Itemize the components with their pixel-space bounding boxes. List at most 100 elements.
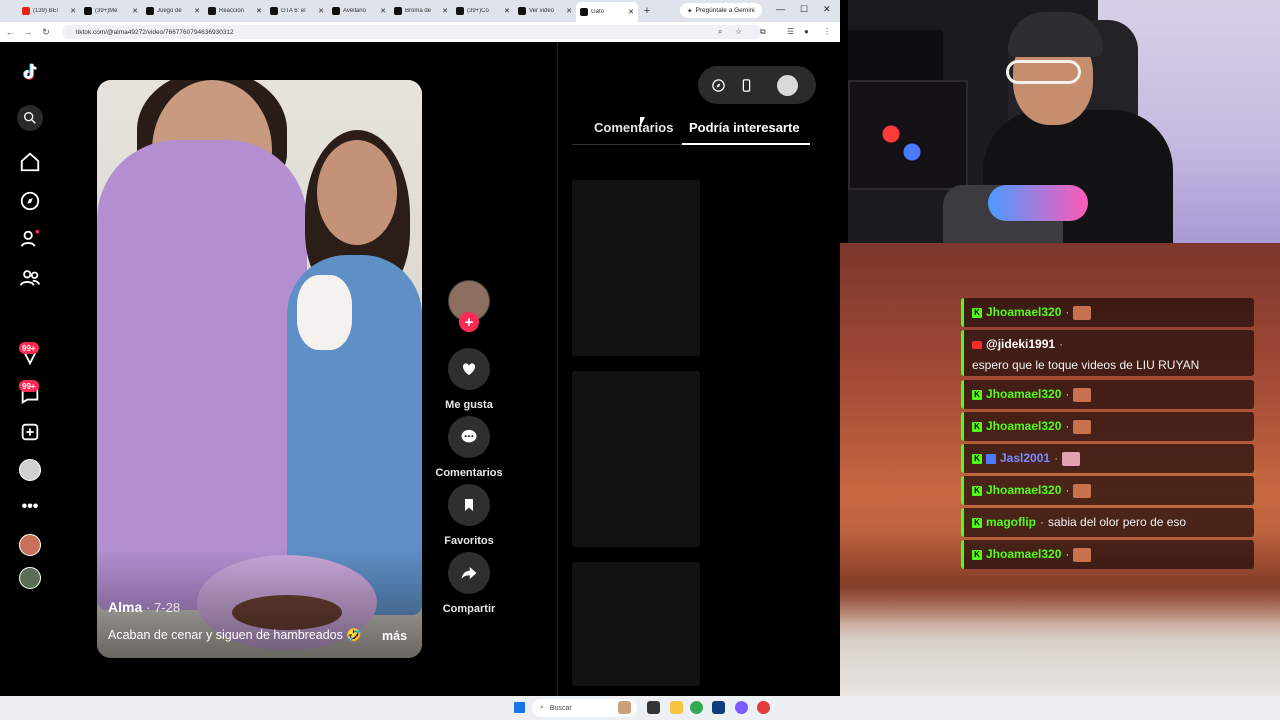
search-icon[interactable]	[17, 105, 43, 131]
chat-text: espero que le toque videos de LIU RUYAN	[972, 358, 1200, 372]
tab-title: (39+)Me	[95, 8, 118, 14]
tiktok-logo-icon[interactable]	[18, 60, 42, 84]
minimize-button[interactable]: —	[776, 4, 785, 14]
recommended-video-placeholder[interactable]	[572, 371, 700, 547]
browser-tab-active[interactable]: Gato ✕	[576, 2, 638, 22]
profile-icon[interactable]: ●	[804, 27, 809, 36]
activity-badge: 99+	[19, 342, 39, 354]
follow-button[interactable]: +	[459, 312, 479, 332]
panel-divider	[557, 42, 558, 696]
upload-icon[interactable]	[18, 420, 42, 444]
video-player[interactable]: Alma · 7-28 Acaban de cenar y siguen de …	[97, 80, 422, 658]
heart-icon[interactable]	[448, 348, 490, 390]
browser-tab[interactable]: (39+)Co ✕	[452, 2, 514, 20]
discord-icon[interactable]	[735, 701, 748, 714]
browser-tab[interactable]: Broma de ✕	[390, 2, 452, 20]
recommended-video-placeholder[interactable]	[572, 562, 700, 686]
zoom-icon[interactable]: ⌕	[718, 27, 722, 37]
tab-interest[interactable]: Podría interesarte	[689, 120, 800, 135]
recommended-video-placeholder[interactable]	[572, 180, 700, 356]
bookmark-icon[interactable]	[448, 484, 490, 526]
video-date: · 7-28	[146, 600, 181, 615]
following-icon[interactable]	[18, 227, 42, 251]
close-icon[interactable]: ✕	[256, 7, 262, 15]
windows-start-icon[interactable]	[514, 702, 525, 713]
close-icon[interactable]: ✕	[70, 7, 76, 15]
user-avatar[interactable]	[777, 75, 798, 96]
taskbar: ⌕ Buscar	[0, 696, 1280, 720]
compass-icon[interactable]	[708, 75, 728, 95]
followed-account-avatar[interactable]	[19, 567, 41, 589]
tab-title: Juego de	[157, 8, 182, 14]
photoshop-icon[interactable]	[712, 701, 725, 714]
browser-tab[interactable]: Reaccion ✕	[204, 2, 266, 20]
gemini-button[interactable]: ✦ Pregúntale a Gemini	[680, 3, 762, 18]
explore-icon[interactable]	[18, 189, 42, 213]
kick-icon: K	[972, 517, 982, 528]
chat-separator: ·	[1059, 337, 1064, 351]
mobile-icon[interactable]	[736, 75, 756, 95]
close-icon[interactable]: ✕	[628, 8, 634, 16]
close-icon[interactable]: ✕	[380, 7, 386, 15]
share-icon[interactable]	[448, 552, 490, 594]
tab-comments[interactable]: Comentarios	[594, 120, 673, 135]
browser-tab[interactable]: Avellano ✕	[328, 2, 390, 20]
close-window-button[interactable]: ✕	[823, 4, 831, 15]
tab-title: Avellano	[343, 8, 366, 14]
webcam-scene	[1008, 12, 1103, 57]
close-icon[interactable]: ✕	[566, 7, 572, 15]
browser-tab[interactable]: (139) BE! ✕	[18, 2, 80, 20]
file-explorer-icon[interactable]	[670, 701, 683, 714]
close-icon[interactable]: ✕	[442, 7, 448, 15]
close-icon[interactable]: ✕	[194, 7, 200, 15]
chat-username: Jasl2001	[1000, 451, 1051, 465]
chat-separator: ·	[1065, 483, 1070, 497]
chat-text: sabia del olor pero de eso	[1048, 515, 1187, 529]
gemini-label: Pregúntale a Gemini	[695, 7, 755, 14]
like-label: Me gusta	[445, 399, 493, 411]
menu-icon[interactable]: ⋮	[823, 27, 831, 36]
chrome-icon[interactable]	[690, 701, 703, 714]
more-button[interactable]: más	[382, 629, 407, 643]
video-author[interactable]: Alma · 7-28	[108, 599, 180, 615]
home-icon[interactable]	[18, 150, 42, 174]
browser-tab[interactable]: GTA 6: el ✕	[266, 2, 328, 20]
profile-avatar[interactable]	[19, 459, 41, 481]
followed-account-avatar[interactable]	[19, 534, 41, 556]
star-icon[interactable]: ☆	[735, 27, 742, 36]
sidebar-icon[interactable]: ☰	[787, 27, 794, 36]
browser-tab[interactable]: Ver video ✕	[514, 2, 576, 20]
url-text: tiktok.com/@alma49272/video/766776079463…	[76, 28, 234, 36]
comment-icon[interactable]	[448, 416, 490, 458]
share-action[interactable]: Compartir	[430, 552, 508, 615]
like-action[interactable]: Me gusta	[430, 348, 508, 411]
new-tab-button[interactable]: +	[638, 5, 656, 17]
comments-action[interactable]: Comentarios	[430, 416, 508, 479]
extensions-icon[interactable]: ⧉	[760, 27, 766, 37]
task-view-icon[interactable]	[647, 701, 660, 714]
friends-icon[interactable]	[18, 266, 42, 290]
browser-tab[interactable]: (39+)Me ✕	[80, 2, 142, 20]
close-icon[interactable]: ✕	[504, 7, 510, 15]
more-icon[interactable]: •••	[18, 495, 42, 519]
app-icon[interactable]	[757, 701, 770, 714]
back-icon[interactable]: ←	[2, 27, 18, 37]
close-icon[interactable]: ✕	[132, 7, 138, 15]
author-name[interactable]: Alma	[108, 599, 142, 615]
address-bar[interactable]: tiktok.com/@alma49272/video/766776079463…	[62, 25, 762, 39]
tiktok-icon	[456, 7, 464, 15]
video-caption: Acaban de cenar y siguen de hambreados 🤣	[108, 628, 362, 642]
close-icon[interactable]: ✕	[318, 7, 324, 15]
favorites-action[interactable]: Favoritos	[430, 484, 508, 547]
reload-icon[interactable]: ↻	[38, 27, 54, 38]
tiktok-icon	[270, 7, 278, 15]
chat-separator: ·	[1054, 451, 1059, 465]
forward-icon[interactable]: →	[20, 27, 36, 37]
tiktok-icon	[84, 7, 92, 15]
chat-message: K Jhoamael320 ·	[961, 380, 1254, 409]
share-label: Compartir	[442, 603, 496, 615]
top-controls	[698, 66, 816, 104]
browser-tab[interactable]: Juego de ✕	[142, 2, 204, 20]
weather-icon[interactable]	[618, 701, 631, 714]
maximize-button[interactable]: ☐	[800, 4, 808, 15]
